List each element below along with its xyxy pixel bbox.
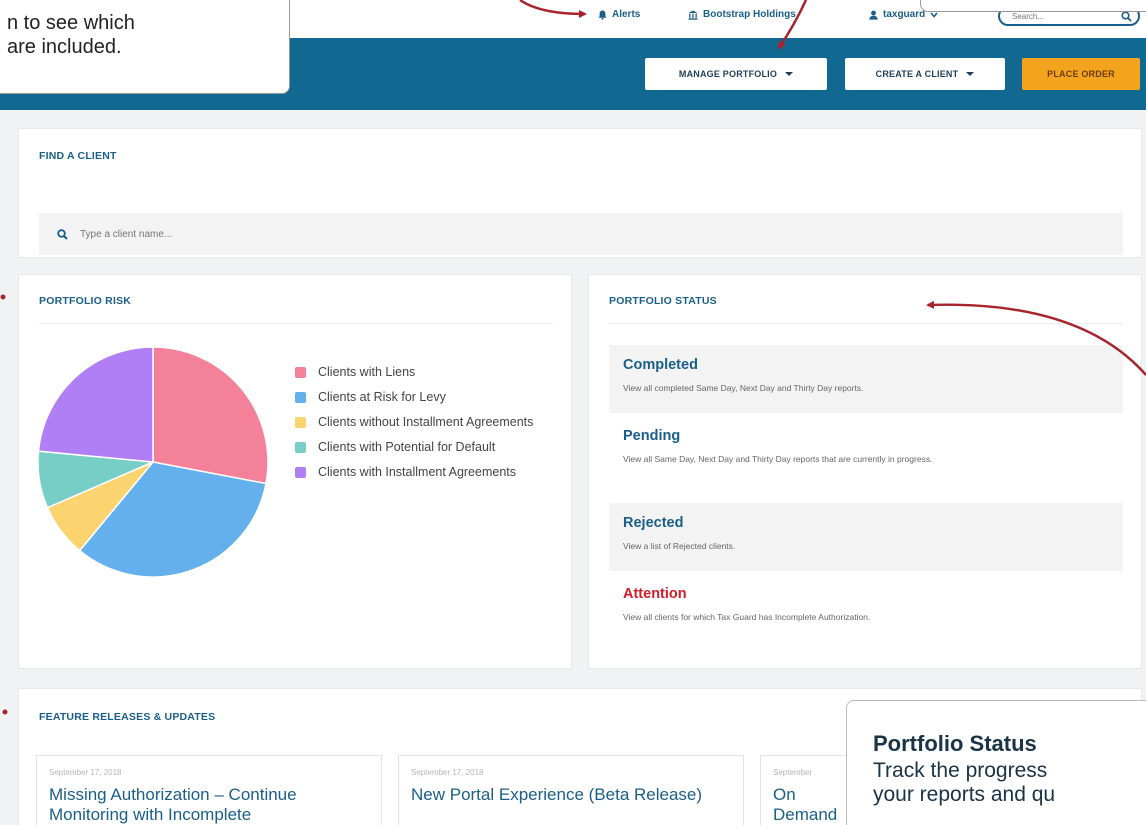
create-client-button[interactable]: CREATE A CLIENT [845,58,1005,90]
create-client-label: CREATE A CLIENT [875,69,959,79]
legend-item-with-agreements: Clients with Installment Agreements [295,464,535,480]
tip-line: Track the progress [873,759,1048,782]
chevron-down-icon [930,11,938,18]
release-card[interactable]: September 17, 2018 New Portal Experience… [398,755,744,825]
release-card[interactable]: September 17, 2018 Missing Authorization… [36,755,382,825]
alerts-link[interactable]: Alerts [598,9,640,20]
tip-line: your reports and qu [873,783,1056,806]
pie-slice-clients-with-liens [152,347,269,485]
company-link[interactable]: Bootstrap Holdings [688,9,796,20]
status-completed[interactable]: Completed View all completed Same Day, N… [609,345,1123,413]
legend-swatch [295,417,306,428]
status-pending-title: Pending [623,428,681,444]
user-label: taxguard [883,9,926,20]
pie-legend: Clients with Liens Clients at Risk for L… [295,364,535,489]
info-callout-top-right [920,0,1146,12]
place-order-label: PLACE ORDER [1047,69,1115,79]
legend-label: Clients at Risk for Levy [318,390,446,404]
portfolio-status-tip: Portfolio Status Track the progress your… [846,700,1146,825]
bank-icon [688,10,698,20]
legend-swatch [295,467,306,478]
legend-item-potential-default: Clients with Potential for Default [295,439,535,455]
callout-line: are included. [7,36,122,58]
legend-label: Clients with Potential for Default [318,440,496,454]
user-icon [869,10,878,20]
find-client-title: FIND A CLIENT [39,150,117,162]
release-date: September 17, 2018 [49,768,122,777]
pie-slice-clients-with-installment-agreements [37,347,154,463]
release-title: Missing Authorization – Continue Monitor… [49,785,297,824]
client-search-bar[interactable] [39,213,1123,255]
portfolio-risk-title: PORTFOLIO RISK [39,295,132,307]
caret-down-icon [966,72,975,76]
search-icon [57,228,68,240]
info-callout-top-left: n to see which are included. [0,0,290,94]
place-order-button[interactable]: PLACE ORDER [1022,58,1140,90]
divider [609,323,1123,324]
annotation-dot [0,294,6,300]
alerts-label: Alerts [612,9,641,20]
feature-releases-title: FEATURE RELEASES & UPDATES [39,711,216,723]
legend-item-without-agreements: Clients without Installment Agreements [295,414,535,430]
portfolio-status-card: PORTFOLIO STATUS Completed View all comp… [588,274,1142,669]
find-client-card: FIND A CLIENT [18,128,1142,258]
release-date: September 17, 2018 [411,768,484,777]
caret-down-icon [785,72,794,76]
legend-label: Clients without Installment Agreements [318,415,534,429]
portfolio-risk-pie-chart [37,347,269,578]
legend-swatch [295,367,306,378]
portfolio-risk-card: PORTFOLIO RISK Clients with Liens Client… [18,274,572,669]
portfolio-status-title: PORTFOLIO STATUS [609,295,717,307]
divider [39,323,553,324]
status-attention[interactable]: Attention View all clients for which Tax… [609,574,1123,642]
release-title: On Demand Lenders [773,785,838,824]
manage-portfolio-label: MANAGE PORTFOLIO [678,69,778,79]
status-attention-title: Attention [623,586,687,602]
status-completed-title: Completed [623,357,698,373]
manage-portfolio-button[interactable]: MANAGE PORTFOLIO [645,58,827,90]
legend-item-levy: Clients at Risk for Levy [295,389,535,405]
status-attention-desc: View all clients for which Tax Guard has… [623,612,871,622]
bell-icon [598,10,607,20]
company-label: Bootstrap Holdings [703,9,796,20]
global-search-input[interactable] [1012,11,1102,21]
release-title: New Portal Experience (Beta Release) [411,785,703,804]
callout-line: n to see which [7,12,135,34]
client-search-input[interactable] [80,228,480,240]
tip-title: Portfolio Status [873,731,1037,756]
status-rejected[interactable]: Rejected View a list of Rejected clients… [609,503,1123,571]
legend-swatch [295,442,306,453]
annotation-dot [2,709,8,715]
status-rejected-desc: View a list of Rejected clients. [623,541,736,551]
legend-label: Clients with Installment Agreements [318,465,517,479]
status-rejected-title: Rejected [623,515,684,531]
search-icon[interactable] [1121,10,1132,22]
status-completed-desc: View all completed Same Day, Next Day an… [623,383,864,393]
status-pending[interactable]: Pending View all Same Day, Next Day and … [609,416,1123,498]
legend-swatch [295,392,306,403]
status-pending-desc: View all Same Day, Next Day and Thirty D… [623,454,933,464]
legend-label: Clients with Liens [318,365,416,379]
legend-item-liens: Clients with Liens [295,364,535,380]
